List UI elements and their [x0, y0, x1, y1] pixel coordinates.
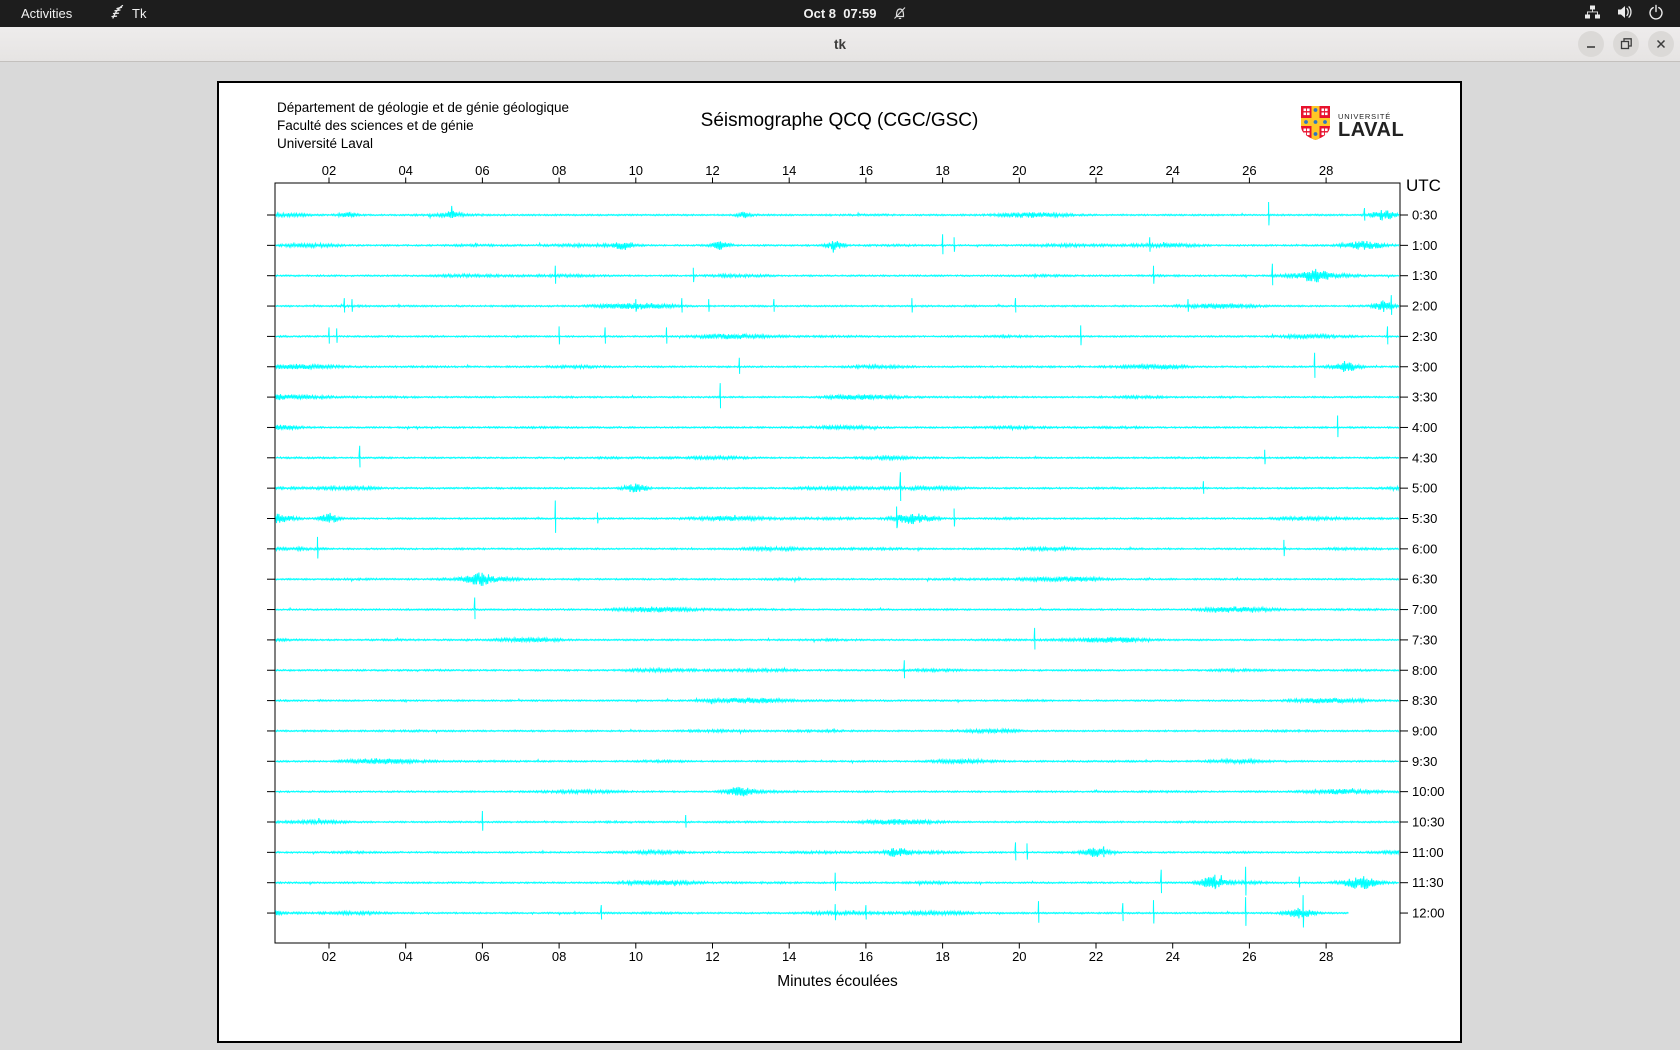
x-tick-label-top: 10 [629, 163, 643, 178]
x-tick-label-top: 16 [859, 163, 873, 178]
utc-time-label: 0:30 [1412, 208, 1437, 223]
x-tick-label-top: 18 [935, 163, 949, 178]
utc-time-label: 7:30 [1412, 632, 1437, 647]
utc-time-label: 10:30 [1412, 815, 1445, 830]
seismic-trace [275, 325, 1400, 346]
seismic-trace [275, 295, 1400, 315]
x-tick-label-top: 28 [1319, 163, 1333, 178]
utc-time-label: 7:00 [1412, 602, 1437, 617]
x-tick-label-bottom: 04 [398, 949, 412, 964]
minimize-icon [1587, 46, 1595, 48]
x-tick-label-bottom: 20 [1012, 949, 1026, 964]
utc-time-label: 1:00 [1412, 238, 1437, 253]
x-tick-label-top: 02 [322, 163, 336, 178]
x-tick-label-top: 22 [1089, 163, 1103, 178]
x-tick-label-top: 12 [705, 163, 719, 178]
app-window-content: Département de géologie et de génie géol… [0, 62, 1680, 1050]
network-icon [1584, 4, 1601, 23]
x-tick-label-bottom: 26 [1242, 949, 1256, 964]
x-tick-label-bottom: 28 [1319, 949, 1333, 964]
seismic-trace [275, 383, 1400, 409]
x-tick-label-bottom: 16 [859, 949, 873, 964]
seismic-trace [275, 895, 1349, 928]
window-title: tk [833, 36, 846, 52]
seismic-trace [275, 660, 1400, 679]
x-tick-label-bottom: 14 [782, 949, 796, 964]
seismic-trace [275, 445, 1400, 468]
seismic-trace [275, 472, 1400, 502]
seismic-trace [275, 597, 1400, 620]
seismic-trace [275, 234, 1400, 255]
seismic-trace [275, 757, 1400, 766]
utc-time-label: 9:00 [1412, 723, 1437, 738]
bell-slash-icon [892, 5, 908, 24]
minimize-button[interactable] [1578, 31, 1604, 57]
plot-border [274, 182, 1401, 944]
utc-time-label: 4:30 [1412, 450, 1437, 465]
power-icon [1648, 4, 1664, 23]
close-icon [1656, 39, 1666, 49]
x-tick-label-bottom: 10 [629, 949, 643, 964]
utc-time-label: 4:00 [1412, 420, 1437, 435]
speaker-icon [1616, 4, 1633, 23]
seismic-trace [275, 572, 1400, 586]
seismic-trace [275, 786, 1400, 797]
seismic-trace [275, 810, 1400, 831]
seismic-trace [275, 866, 1400, 896]
utc-time-label: 6:00 [1412, 541, 1437, 556]
utc-time-label: 12:00 [1412, 906, 1445, 921]
seismic-trace [275, 536, 1400, 559]
utc-time-label: 5:00 [1412, 481, 1437, 496]
seismic-trace [275, 627, 1400, 650]
maximize-icon [1620, 38, 1632, 50]
utc-time-label: 2:30 [1412, 329, 1437, 344]
utc-time-label: 9:30 [1412, 754, 1437, 769]
utc-time-label: 10:00 [1412, 784, 1445, 799]
utc-time-label: 8:30 [1412, 693, 1437, 708]
utc-time-label: 1:30 [1412, 268, 1437, 283]
seismic-trace [275, 201, 1400, 226]
seismic-trace [275, 500, 1400, 533]
top-bar: Activities Tk Oct 8 07:59 [0, 0, 1680, 27]
x-tick-label-top: 08 [552, 163, 566, 178]
system-menu[interactable] [1576, 0, 1672, 27]
x-tick-label-bottom: 24 [1165, 949, 1179, 964]
x-tick-label-bottom: 06 [475, 949, 489, 964]
x-tick-label-bottom: 18 [935, 949, 949, 964]
seismograph-plot: 02 02 04 04 06 06 08 08 10 10 12 12 14 14 16 16 18 18 20 20… [267, 163, 1445, 990]
utc-axis-label: UTC [1406, 176, 1441, 195]
clock[interactable]: Oct 8 07:59 [804, 6, 877, 21]
utc-time-label: 11:00 [1412, 845, 1444, 860]
window-titlebar[interactable]: tk [0, 27, 1680, 62]
x-tick-label-top: 20 [1012, 163, 1026, 178]
x-tick-label-top: 06 [475, 163, 489, 178]
utc-time-label: 5:30 [1412, 511, 1437, 526]
x-tick-label-top: 14 [782, 163, 796, 178]
x-axis-label: Minutes écoulées [777, 973, 898, 990]
seismic-trace [275, 842, 1400, 861]
utc-time-label: 3:30 [1412, 390, 1437, 405]
seismic-trace [275, 727, 1400, 735]
seismograph-canvas: Département de géologie et de génie géol… [217, 81, 1462, 1043]
x-tick-label-bottom: 22 [1089, 949, 1103, 964]
x-tick-label-bottom: 12 [705, 949, 719, 964]
utc-time-label: 8:00 [1412, 663, 1437, 678]
x-tick-label-top: 04 [398, 163, 412, 178]
x-tick-label-bottom: 02 [322, 949, 336, 964]
seismic-trace [275, 415, 1400, 438]
x-tick-label-top: 24 [1165, 163, 1179, 178]
utc-time-label: 6:30 [1412, 572, 1437, 587]
x-tick-label-bottom: 08 [552, 949, 566, 964]
utc-time-label: 3:00 [1412, 359, 1437, 374]
seismic-trace [275, 263, 1400, 286]
x-tick-label-top: 26 [1242, 163, 1256, 178]
close-button[interactable] [1648, 31, 1674, 57]
utc-time-label: 2:00 [1412, 299, 1437, 314]
seismic-trace [275, 696, 1400, 705]
maximize-button[interactable] [1613, 31, 1639, 57]
utc-time-label: 11:30 [1412, 875, 1444, 890]
seismic-trace [275, 352, 1400, 378]
